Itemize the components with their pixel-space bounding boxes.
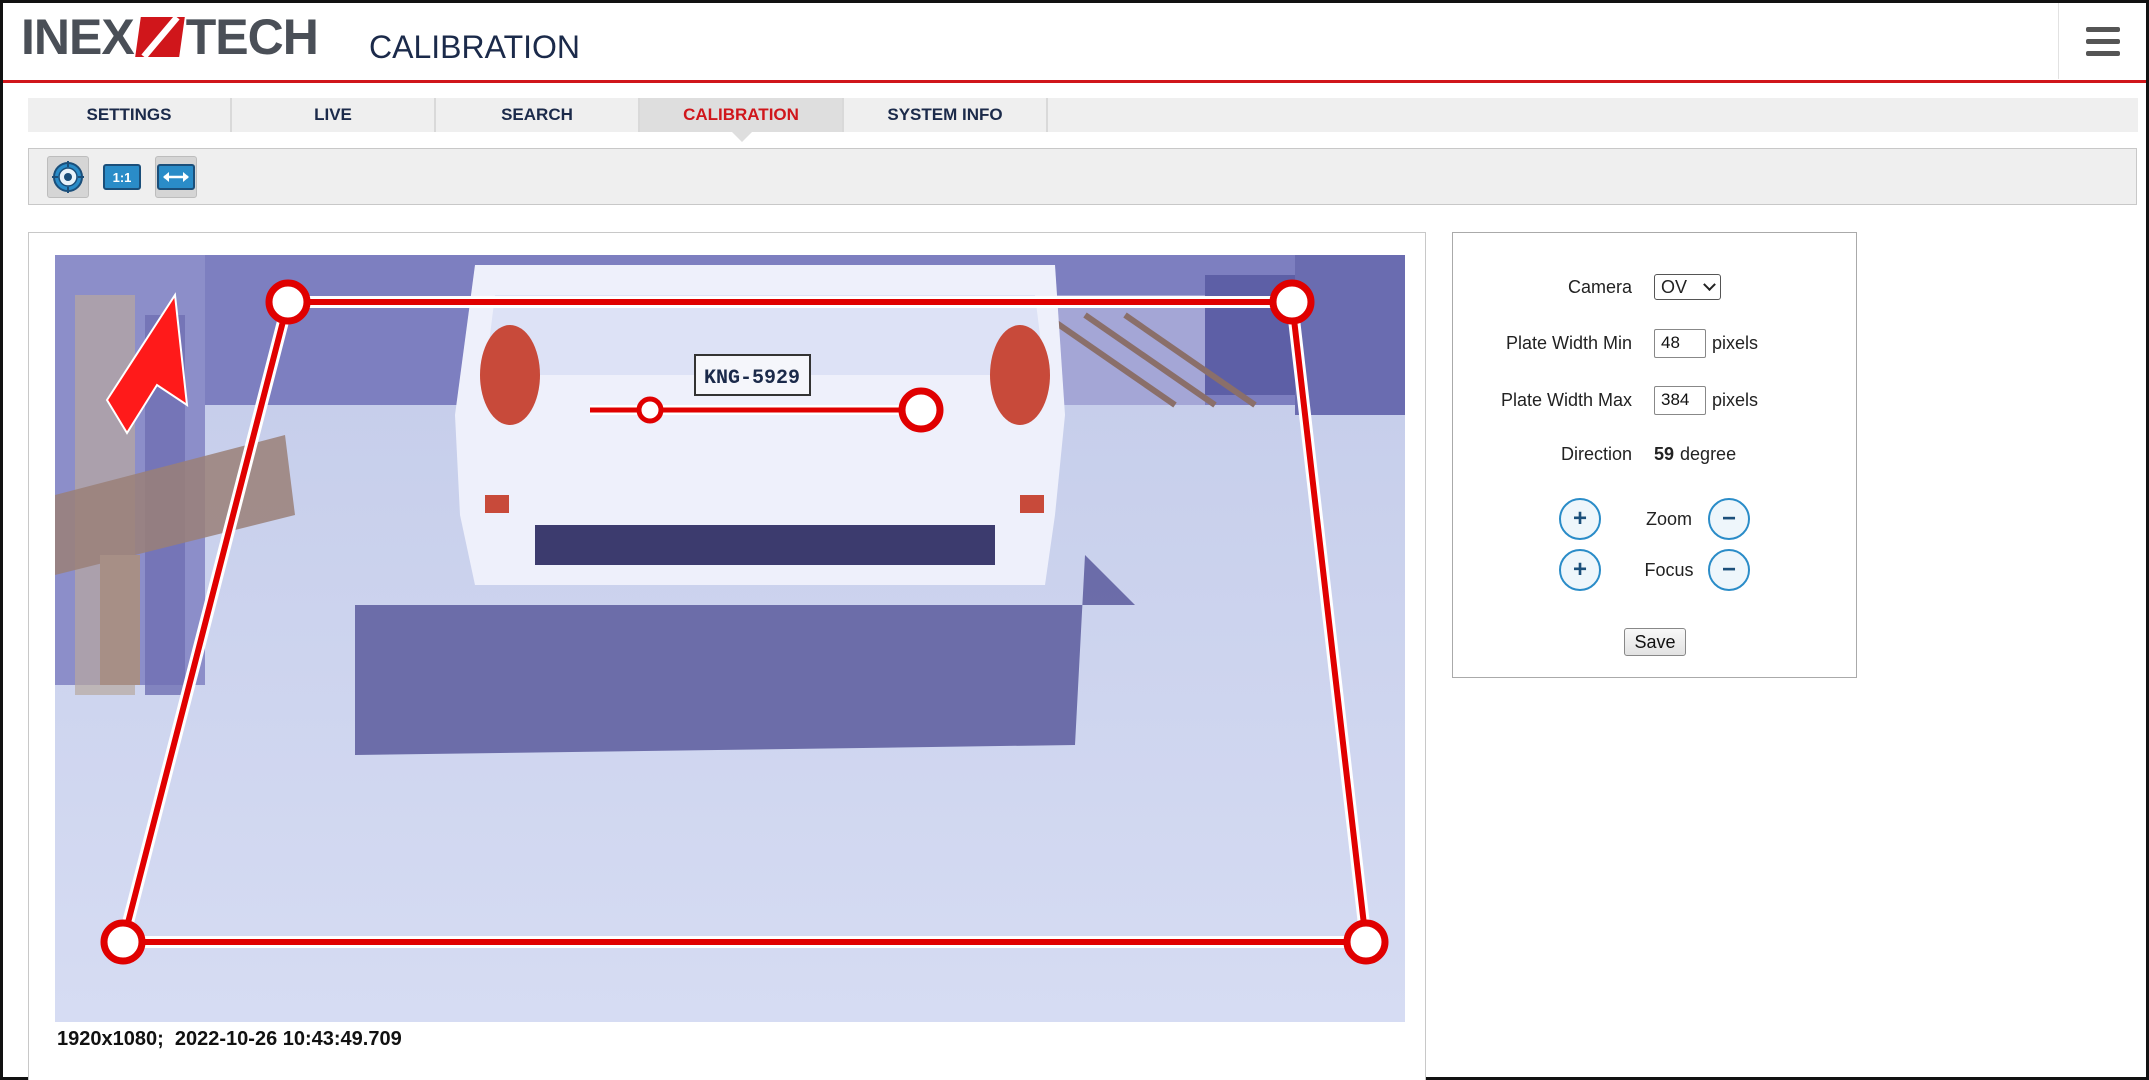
camera-label: Camera [1567, 276, 1632, 297]
chevron-down-icon [1703, 277, 1716, 291]
minus-icon: − [1721, 556, 1736, 583]
menu-bar [2085, 50, 2120, 56]
zoom-out-button[interactable]: − [1708, 498, 1750, 540]
main-tabs: SETTINGS LIVE SEARCH CALIBRATION SYSTEM … [28, 98, 2138, 142]
tab-search[interactable]: SEARCH [436, 98, 640, 132]
focus-label: Focus [1644, 560, 1694, 580]
plate-width-max-row: Plate Width Max pixels [1453, 384, 1856, 416]
hamburger-menu-icon[interactable] [2058, 3, 2146, 79]
page-title: CALIBRATION [369, 29, 580, 65]
ratio-1-1-tool-button[interactable]: 1:1 [101, 156, 143, 198]
calibration-settings-panel: Camera OV Plate Width Min pixels Plate W… [1452, 232, 1857, 678]
camera-view[interactable]: KNG-5929 [55, 255, 1405, 1022]
video-panel: KNG-5929 1920x1080; 2022-10-26 10:43:49.… [28, 232, 1426, 1080]
plate-width-min-unit: pixels [1712, 332, 1759, 353]
target-icon [52, 160, 84, 193]
plate-width-min-row: Plate Width Min pixels [1453, 327, 1856, 359]
ratio-1-1-icon: 1:1 [103, 163, 141, 190]
zoom-row: + Zoom − [1453, 498, 1856, 542]
tab-live[interactable]: LIVE [232, 98, 436, 132]
direction-row: Direction 59 degree [1453, 438, 1856, 470]
camera-select[interactable]: OV [1654, 274, 1721, 300]
target-tool-button[interactable] [47, 155, 89, 198]
direction-value: 59 [1654, 443, 1675, 464]
calibration-toolbar: 1:1 [28, 148, 2137, 205]
video-info: 1920x1080; 2022-10-26 10:43:49.709 [57, 1028, 402, 1050]
zoom-label: Zoom [1645, 509, 1692, 529]
focus-row: + Focus − [1453, 549, 1856, 593]
ratio-label: 1:1 [113, 170, 132, 185]
fit-width-tool-button[interactable] [155, 155, 197, 198]
logo-mark-icon [134, 17, 185, 57]
app-header: INEX TECH CALIBRATION [3, 3, 2146, 83]
plus-icon: + [1572, 505, 1587, 532]
camera-row: Camera OV [1453, 271, 1856, 303]
tab-system-info[interactable]: SYSTEM INFO [844, 98, 1048, 132]
menu-bar [2085, 26, 2120, 32]
camera-frame-image: KNG-5929 [55, 255, 1405, 1022]
save-button[interactable]: Save [1624, 628, 1686, 656]
license-plate-text: KNG-5929 [704, 367, 800, 390]
tab-settings[interactable]: SETTINGS [28, 98, 232, 132]
plate-width-max-input[interactable] [1654, 385, 1706, 415]
brand-logo: INEX TECH [21, 9, 319, 65]
camera-select-value: OV [1661, 276, 1688, 297]
focus-in-button[interactable]: + [1559, 549, 1601, 591]
plate-width-min-input[interactable] [1654, 328, 1706, 358]
tab-calibration[interactable]: CALIBRATION [640, 98, 844, 142]
minus-icon: − [1721, 505, 1736, 532]
menu-bar [2085, 38, 2120, 44]
plus-icon: + [1572, 556, 1587, 583]
direction-label: Direction [1560, 443, 1632, 464]
zoom-in-button[interactable]: + [1559, 498, 1601, 540]
plate-width-min-label: Plate Width Min [1505, 332, 1632, 353]
logo-text-left: INEX [21, 9, 135, 65]
direction-unit: degree [1680, 443, 1737, 464]
focus-out-button[interactable]: − [1708, 549, 1750, 591]
plate-width-max-unit: pixels [1712, 389, 1759, 410]
fit-width-icon [157, 163, 195, 190]
logo-text-right: TECH [185, 9, 319, 65]
plate-width-max-label: Plate Width Max [1500, 389, 1632, 410]
